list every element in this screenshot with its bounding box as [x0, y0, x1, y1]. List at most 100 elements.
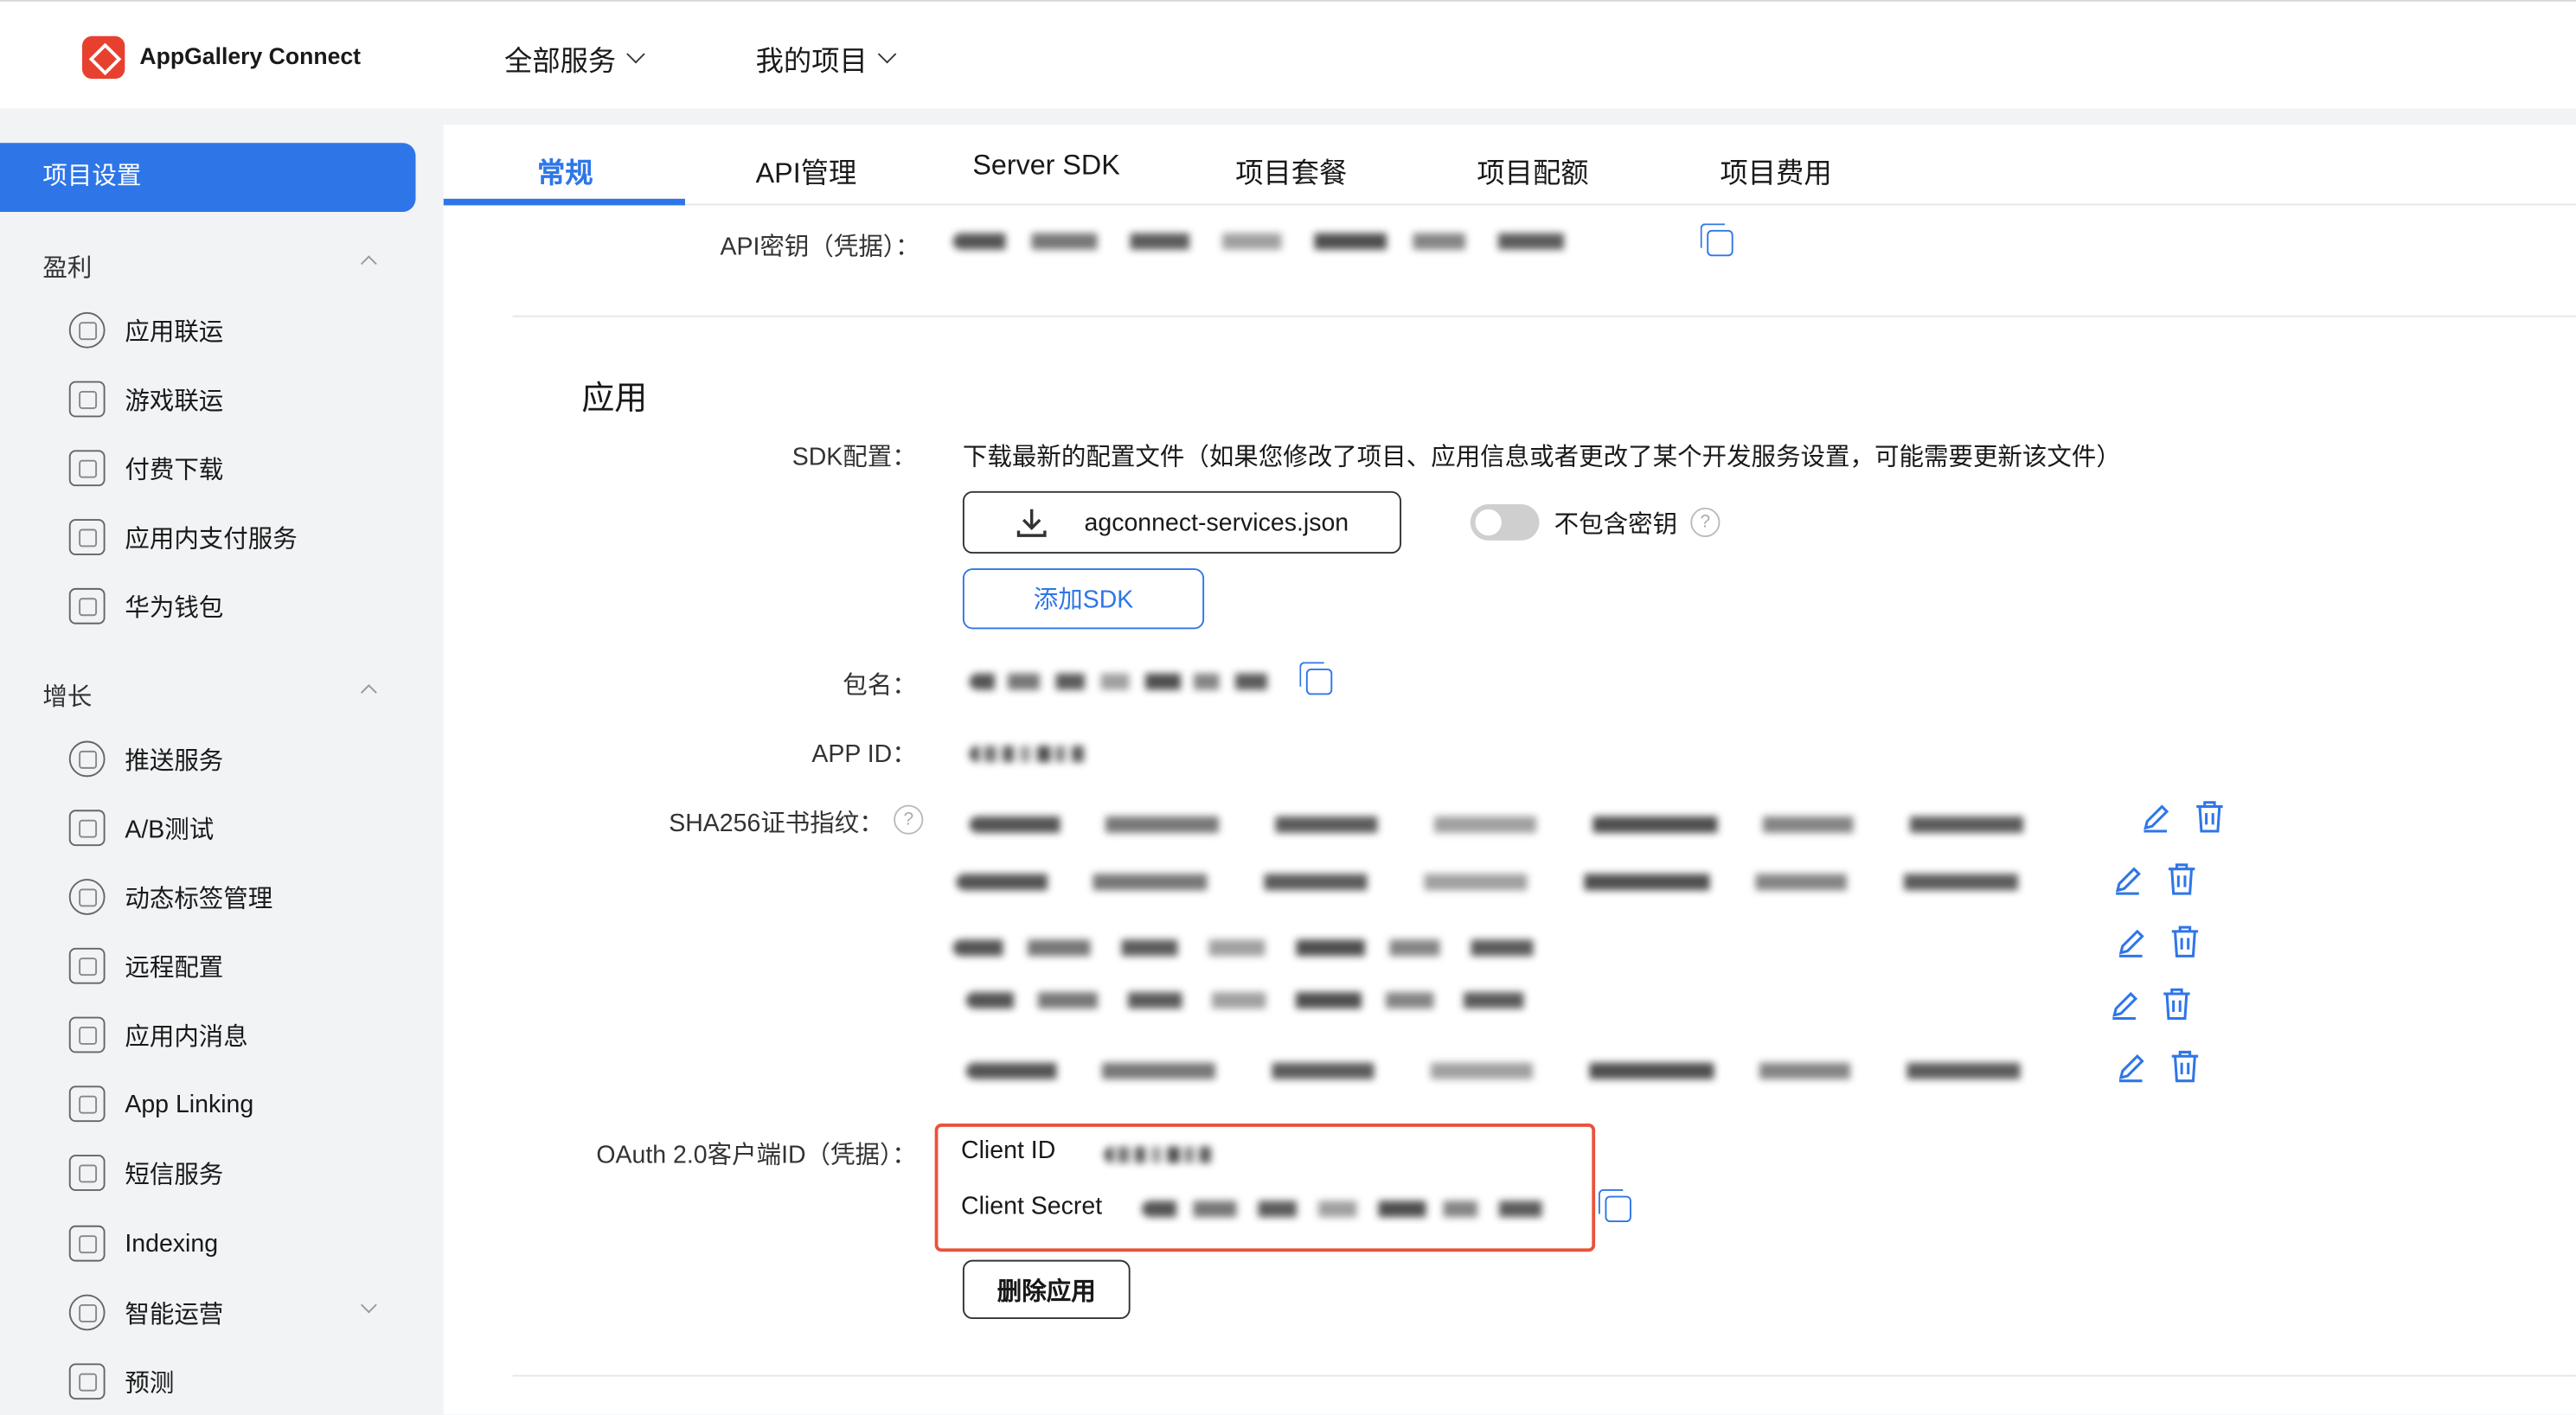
sidebar-item-paid-download[interactable]: 付费下载 [68, 448, 224, 488]
trash-icon[interactable] [2162, 987, 2191, 1021]
trash-icon[interactable] [2195, 800, 2224, 833]
sidebar-group-monetize[interactable]: 盈利 [42, 250, 92, 285]
sidebar-item-remote-config[interactable]: 远程配置 [68, 946, 224, 986]
sha256-fingerprint [969, 816, 2103, 833]
nav-my-projects-label: 我的项目 [755, 46, 868, 78]
tab-project-plan[interactable]: 项目套餐 [1235, 150, 1347, 190]
ab-test-icon [68, 810, 106, 847]
appgallery-logo-icon[interactable] [81, 35, 125, 80]
client-secret-value [1141, 1201, 1573, 1218]
sidebar-item-app-distribution[interactable]: 应用联运 [68, 311, 224, 350]
chevron-up-icon[interactable] [360, 255, 377, 272]
sidebar-item-label: 应用内支付服务 [125, 524, 298, 554]
chevron-down-icon[interactable] [360, 1297, 377, 1314]
sidebar-item-dynamic-tag[interactable]: 动态标签管理 [68, 877, 273, 917]
sidebar-item-indexing[interactable]: Indexing [68, 1224, 219, 1264]
divider [512, 315, 2576, 317]
app-id-value [969, 746, 1093, 763]
edit-icon[interactable] [2116, 1053, 2145, 1083]
sidebar-item-label: 推送服务 [125, 746, 224, 775]
edit-icon[interactable] [2110, 990, 2139, 1021]
trash-icon[interactable] [2170, 925, 2200, 957]
sidebar: 项目设置 盈利 应用联运 游戏联运 付费下载 应用内支付服务 华为钱包 增长 推… [0, 108, 444, 1415]
tab-project-quota[interactable]: 项目配额 [1477, 150, 1588, 190]
sha256-fingerprint [952, 939, 1578, 957]
edit-icon[interactable] [2141, 804, 2170, 833]
help-icon[interactable]: ? [894, 804, 924, 835]
tab-general[interactable]: 常规 [537, 150, 593, 190]
sidebar-item-prediction[interactable]: 预测 [68, 1361, 175, 1401]
add-sdk-button[interactable]: 添加SDK [962, 568, 1205, 630]
sidebar-item-iap[interactable]: 应用内支付服务 [68, 517, 298, 557]
sha256-label: SHA256证书指纹： [669, 810, 884, 838]
client-secret-label: Client Secret [961, 1192, 1103, 1221]
help-icon[interactable]: ? [1690, 507, 1721, 538]
sidebar-item-game-distribution[interactable]: 游戏联运 [68, 380, 224, 419]
sidebar-item-label: 预测 [125, 1368, 175, 1398]
download-icon [1016, 509, 1047, 537]
active-tab-indicator [443, 198, 685, 206]
prediction-icon [68, 1363, 106, 1400]
game-distribution-icon [68, 381, 106, 418]
main-panel: 常规 API管理 Server SDK 项目套餐 项目配额 项目费用 API密钥… [443, 125, 2576, 1415]
nav-all-services[interactable]: 全部服务 [504, 38, 645, 79]
smart-ops-icon [68, 1294, 106, 1331]
edit-icon[interactable] [2112, 866, 2142, 895]
divider [512, 1374, 2576, 1377]
exclude-key-toggle[interactable] [1470, 504, 1540, 541]
trash-icon[interactable] [2167, 862, 2196, 895]
sidebar-item-label: App Linking [125, 1090, 254, 1118]
sidebar-item-label: 付费下载 [125, 456, 224, 484]
sidebar-item-label: Indexing [125, 1229, 219, 1258]
delete-app-button[interactable]: 删除应用 [962, 1259, 1131, 1320]
sidebar-item-label: 智能运营 [125, 1300, 224, 1329]
nav-all-services-label: 全部服务 [504, 46, 617, 78]
edit-icon[interactable] [2116, 928, 2145, 957]
indexing-icon [68, 1225, 106, 1262]
sha256-fingerprint [965, 992, 1566, 1009]
chevron-down-icon [877, 44, 897, 64]
sidebar-item-label: 华为钱包 [125, 593, 224, 622]
copy-icon[interactable] [1598, 1189, 1631, 1223]
tab-bar: 常规 API管理 Server SDK 项目套餐 项目配额 项目费用 [443, 125, 2576, 206]
sidebar-item-in-app-message[interactable]: 应用内消息 [68, 1015, 248, 1055]
rocket-icon [68, 740, 106, 778]
sidebar-group-growth[interactable]: 增长 [42, 678, 92, 713]
paid-download-icon [68, 450, 106, 487]
sdk-config-label: SDK配置： [791, 443, 917, 472]
sidebar-item-project-settings[interactable]: 项目设置 [0, 143, 416, 212]
api-key-value [952, 233, 1611, 250]
package-name-value [969, 673, 1290, 690]
copy-icon[interactable] [1700, 223, 1733, 257]
chevron-up-icon[interactable] [360, 684, 377, 701]
download-config-button[interactable]: agconnect-services.json [962, 490, 1402, 554]
sidebar-item-smart-ops[interactable]: 智能运营 [68, 1293, 224, 1333]
app-id-label: APP ID： [811, 740, 917, 769]
download-file-name: agconnect-services.json [1084, 508, 1349, 537]
trash-icon[interactable] [2170, 1050, 2200, 1083]
sidebar-item-label: 游戏联运 [125, 387, 224, 415]
sha256-fingerprint [956, 874, 2099, 891]
sidebar-item-push[interactable]: 推送服务 [68, 740, 224, 779]
client-id-value [1104, 1146, 1220, 1163]
sidebar-item-label: 应用内消息 [125, 1022, 248, 1051]
nav-my-projects[interactable]: 我的项目 [755, 38, 897, 79]
sidebar-item-wallet[interactable]: 华为钱包 [68, 586, 224, 626]
sidebar-item-sms[interactable]: 短信服务 [68, 1153, 224, 1193]
sidebar-item-app-linking[interactable]: App Linking [68, 1084, 254, 1124]
sidebar-item-label: 短信服务 [125, 1160, 224, 1189]
copy-icon[interactable] [1299, 662, 1333, 695]
iap-icon [68, 519, 106, 555]
tab-server-sdk[interactable]: Server SDK [972, 150, 1119, 182]
tab-api-management[interactable]: API管理 [756, 150, 857, 190]
sidebar-item-ab-test[interactable]: A/B测试 [68, 808, 214, 848]
brand-name[interactable]: AppGallery Connect [139, 42, 361, 68]
sha256-fingerprint [965, 1062, 2100, 1079]
tag-manager-icon [68, 879, 106, 915]
wallet-icon [68, 587, 106, 624]
exclude-key-label: 不包含密钥 [1554, 510, 1678, 539]
sidebar-item-label: 远程配置 [125, 953, 224, 982]
tab-project-cost[interactable]: 项目费用 [1720, 150, 1831, 190]
package-name-label: 包名： [843, 671, 917, 701]
link-icon [68, 1085, 106, 1123]
